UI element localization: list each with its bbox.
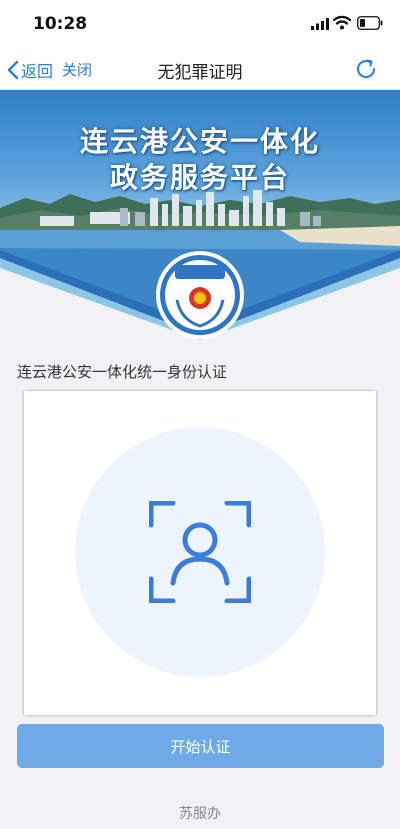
page-title: 无犯罪证明 <box>157 63 243 83</box>
start-auth-button[interactable]: 开始认证 <box>17 724 384 768</box>
refresh-icon[interactable] <box>354 57 378 81</box>
banner: 连云港公安一体化 政务服务平台 <box>0 90 400 340</box>
face-recognition-icon <box>149 501 251 603</box>
footer-brand: 苏服办 <box>179 806 221 822</box>
battery-icon <box>357 16 383 30</box>
status-time: 10:28 <box>33 14 88 34</box>
wifi-icon <box>333 15 351 30</box>
auth-prompt: 连云港公安一体化统一身份认证 <box>17 363 228 381</box>
face-circle <box>75 427 325 677</box>
navigation-bar: 返回 关闭 无犯罪证明 <box>0 48 400 90</box>
cellular-signal-icon <box>311 18 329 30</box>
police-emblem-logo <box>156 251 244 339</box>
banner-title-line1: 连云港公安一体化 <box>79 125 320 158</box>
status-bar: 10:28 <box>0 0 400 48</box>
face-capture-area <box>24 391 376 715</box>
